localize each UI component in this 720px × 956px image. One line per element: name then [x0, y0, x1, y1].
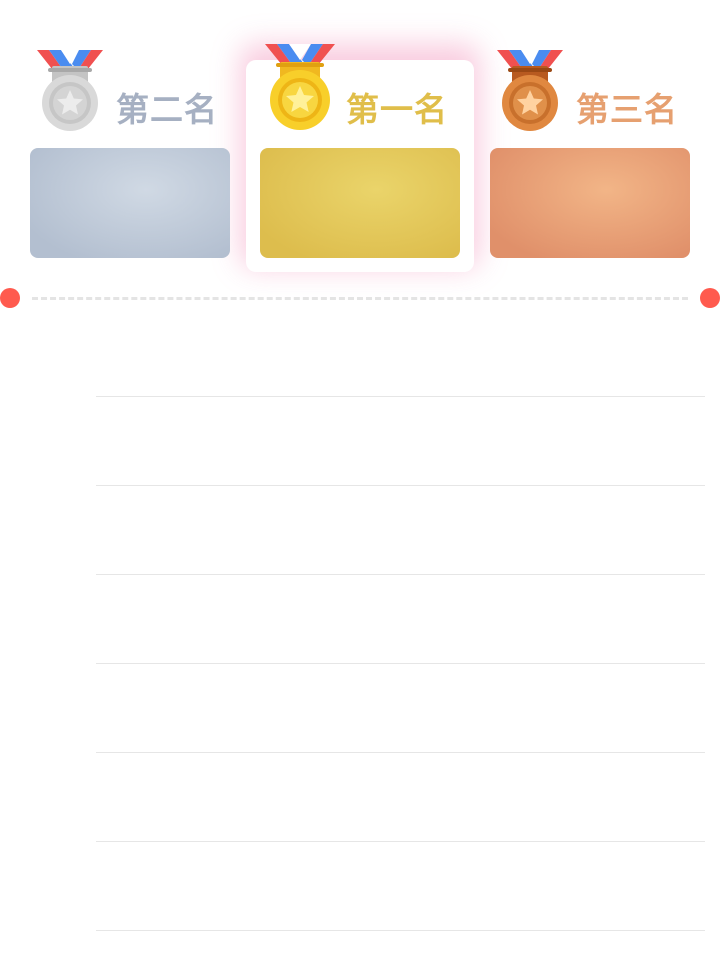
list-item[interactable] [0, 486, 720, 575]
divider-dot-right [700, 288, 720, 308]
list-item[interactable] [0, 753, 720, 842]
silver-medal-icon [37, 50, 103, 131]
list-item[interactable] [0, 397, 720, 486]
list-item[interactable] [0, 664, 720, 753]
dashed-separator [32, 297, 688, 300]
podium: 第二名 第一名 第三名 [0, 0, 720, 280]
list-item[interactable] [0, 308, 720, 397]
rank-box-first [260, 148, 460, 258]
rank-label-third: 第三名 [576, 90, 678, 129]
row-divider [96, 930, 705, 931]
ranking-list [0, 308, 720, 931]
list-item[interactable] [0, 575, 720, 664]
divider-dot-left [0, 288, 20, 308]
rank-label-first: 第一名 [346, 90, 448, 129]
bronze-medal-icon [497, 50, 563, 131]
ticket-divider [0, 288, 720, 308]
gold-medal-icon [265, 44, 335, 130]
rank-box-third [490, 148, 690, 258]
list-item[interactable] [0, 842, 720, 931]
rank-box-second [30, 148, 230, 258]
rank-label-second: 第二名 [116, 90, 218, 129]
